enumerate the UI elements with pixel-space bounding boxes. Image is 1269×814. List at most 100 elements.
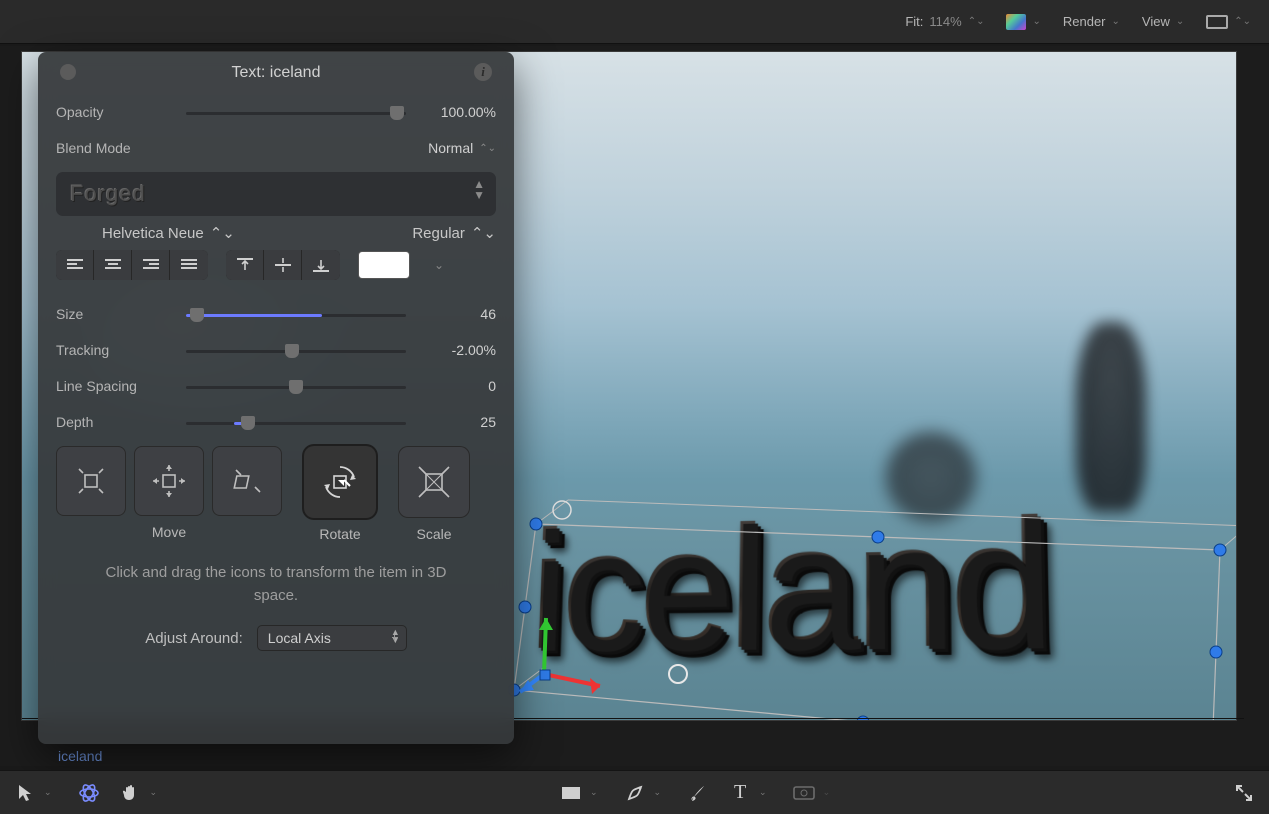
paint-tool[interactable] [687, 782, 709, 804]
rectangle-tool[interactable] [560, 782, 582, 804]
vertical-align-segment [226, 250, 340, 280]
color-swatch-icon [1006, 14, 1026, 30]
text-tool[interactable]: T [729, 782, 751, 804]
font-family-selector[interactable]: Helvetica Neue ⌃⌄ [102, 224, 235, 242]
move-xz-handle[interactable] [134, 446, 204, 516]
render-label: Render [1063, 14, 1106, 29]
chevron-down-icon[interactable]: ⌄ [150, 787, 158, 798]
chevron-updown-icon: ⌃⌄ [210, 224, 235, 242]
view-menu[interactable]: View ⌄ [1142, 14, 1184, 29]
opacity-label: Opacity [56, 104, 186, 120]
size-label: Size [56, 306, 186, 322]
blend-mode-row: Blend Mode Normal ⌃⌄ [56, 130, 496, 166]
linespacing-label: Line Spacing [56, 378, 186, 394]
font-family-value: Helvetica Neue [102, 225, 204, 242]
depth-row: Depth 25 [56, 404, 496, 440]
depth-value[interactable]: 25 [420, 414, 496, 430]
align-left-button[interactable] [56, 250, 94, 280]
tool-toolbar: ⌄ ⌄ ⌄ ⌄ T ⌄ ⌄ [0, 770, 1269, 814]
adjust-around-selector[interactable]: Local Axis ▲▼ [257, 625, 407, 651]
view-label: View [1142, 14, 1170, 29]
depth-slider[interactable] [186, 412, 406, 432]
3d-transform-tool[interactable] [78, 782, 100, 804]
size-slider[interactable] [186, 304, 406, 324]
pen-tool[interactable] [624, 782, 646, 804]
horizontal-align-segment [56, 250, 208, 280]
valign-top-button[interactable] [226, 250, 264, 280]
chevron-updown-icon: ⌃⌄ [471, 224, 496, 242]
chevron-down-icon[interactable]: ⌄ [823, 787, 831, 798]
chevron-updown-icon: ▲▼ [391, 628, 400, 644]
fit-value: 114% [929, 14, 961, 29]
chevron-down-icon: ⌄ [1112, 16, 1120, 27]
render-menu[interactable]: Render ⌄ [1063, 14, 1120, 29]
text-color-well[interactable] [358, 251, 410, 279]
move-xy-handle[interactable] [56, 446, 126, 516]
align-right-button[interactable] [132, 250, 170, 280]
chevron-updown-icon: ⌃⌄ [1234, 16, 1251, 27]
rotate-handle[interactable] [304, 446, 376, 518]
info-icon[interactable]: i [474, 63, 492, 81]
align-center-button[interactable] [94, 250, 132, 280]
chevron-down-icon[interactable]: ⌄ [654, 787, 662, 798]
fullscreen-toggle[interactable] [1233, 782, 1255, 804]
valign-bottom-button[interactable] [302, 250, 340, 280]
hud-titlebar[interactable]: Text: iceland i [56, 52, 496, 94]
pan-tool[interactable] [120, 782, 142, 804]
view-layout-menu[interactable]: ⌃⌄ [1206, 15, 1251, 29]
timeline-clip-label[interactable]: iceland [58, 748, 102, 764]
font-weight-value: Regular [412, 225, 465, 242]
linespacing-row: Line Spacing 0 [56, 368, 496, 404]
tracking-label: Tracking [56, 342, 186, 358]
opacity-value[interactable]: 100.00% [420, 104, 496, 120]
opacity-row: Opacity 100.00% [56, 94, 496, 130]
viewer-toolbar: Fit: 114% ⌃⌄ ⌄ Render ⌄ View ⌄ ⌃⌄ [0, 0, 1269, 44]
rotate-label: Rotate [319, 526, 360, 542]
chevron-updown-icon: ⌃⌄ [968, 16, 985, 27]
depth-label: Depth [56, 414, 186, 430]
transform-hint: Click and drag the icons to transform th… [82, 562, 470, 607]
valign-middle-button[interactable] [264, 250, 302, 280]
chevron-down-icon[interactable]: ⌄ [590, 787, 598, 798]
tracking-row: Tracking -2.00% [56, 332, 496, 368]
opacity-slider[interactable] [186, 102, 406, 122]
viewport-icon [1206, 15, 1228, 29]
chevron-updown-icon: ⌃⌄ [479, 143, 496, 154]
color-channels-menu[interactable]: ⌄ [1006, 14, 1040, 30]
alignment-row: ⌄ [56, 250, 496, 280]
fit-zoom-menu[interactable]: Fit: 114% ⌃⌄ [905, 14, 984, 29]
chevron-down-icon: ⌄ [1032, 16, 1040, 27]
scale-handle[interactable] [398, 446, 470, 518]
chevron-down-icon: ⌄ [1176, 16, 1184, 27]
tracking-value[interactable]: -2.00% [420, 342, 496, 358]
tracking-slider[interactable] [186, 340, 406, 360]
stepper-icon[interactable]: ▲▼ [473, 179, 486, 201]
blend-mode-value[interactable]: Normal [428, 140, 473, 156]
selection-bounding-box[interactable] [500, 484, 1236, 720]
move-label: Move [152, 524, 186, 540]
size-value[interactable]: 46 [420, 306, 496, 322]
align-justify-button[interactable] [170, 250, 208, 280]
linespacing-slider[interactable] [186, 376, 406, 396]
chevron-down-icon[interactable]: ⌄ [44, 787, 52, 798]
blend-mode-label: Blend Mode [56, 140, 186, 156]
linespacing-value[interactable]: 0 [420, 378, 496, 394]
chevron-down-icon[interactable]: ⌄ [759, 787, 767, 798]
font-weight-selector[interactable]: Regular ⌃⌄ [412, 224, 496, 242]
size-row: Size 46 [56, 296, 496, 332]
close-icon[interactable] [60, 64, 76, 80]
transform-controls: Move Rotate Scale [56, 446, 496, 542]
adjust-around-label: Adjust Around: [145, 630, 243, 647]
select-tool[interactable] [14, 782, 36, 804]
move-yz-handle[interactable] [212, 446, 282, 516]
mask-tool[interactable] [793, 782, 815, 804]
fit-label: Fit: [905, 14, 923, 29]
font-row: Helvetica Neue ⌃⌄ Regular ⌃⌄ [56, 224, 496, 242]
scale-label: Scale [416, 526, 451, 542]
text-preset-selector[interactable]: Forged ▲▼ [56, 172, 496, 216]
adjust-around-value: Local Axis [268, 630, 331, 646]
preset-name: Forged [70, 181, 146, 207]
hud-title-text: Text: iceland [232, 64, 321, 82]
chevron-down-icon[interactable]: ⌄ [434, 258, 444, 272]
adjust-around-row: Adjust Around: Local Axis ▲▼ [56, 625, 496, 651]
